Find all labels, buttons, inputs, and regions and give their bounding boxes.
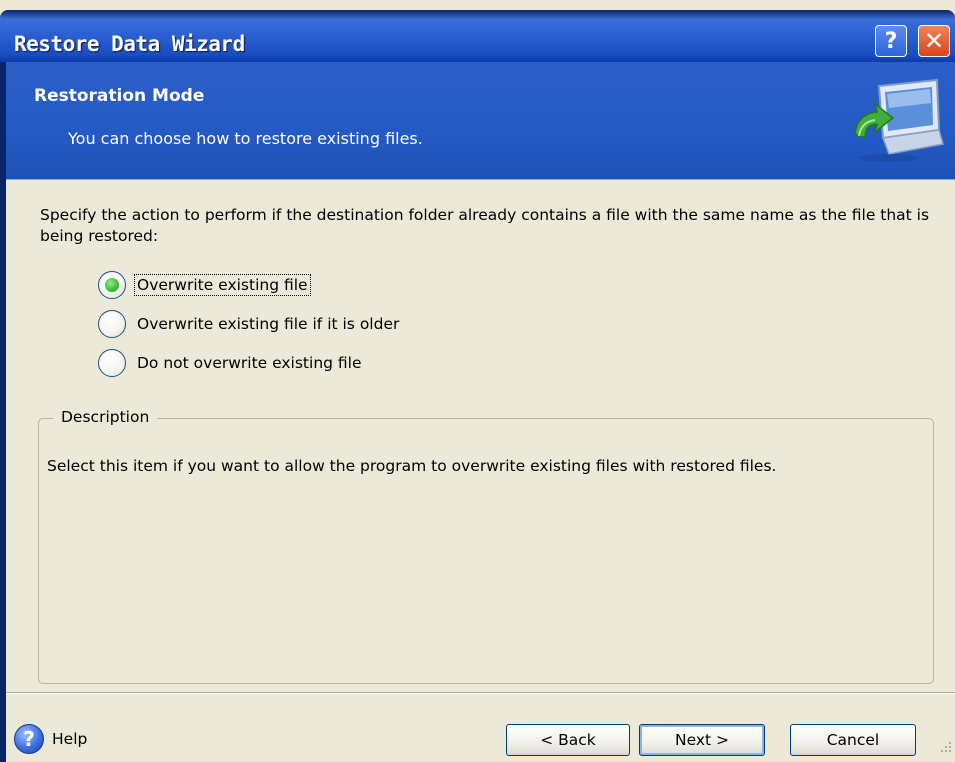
question-mark-icon: ? [884, 28, 898, 54]
radio-button[interactable] [98, 310, 126, 338]
option-label[interactable]: Overwrite existing file [134, 274, 311, 296]
next-button[interactable]: Next > [639, 724, 765, 756]
cancel-button[interactable]: Cancel [790, 724, 916, 756]
computer-restore-icon [854, 78, 944, 162]
close-button[interactable]: ✕ [918, 25, 950, 57]
resize-grip-icon[interactable] [936, 739, 954, 757]
option-overwrite[interactable]: Overwrite existing file [98, 270, 311, 300]
wizard-content: Specify the action to perform if the des… [6, 181, 955, 691]
help-icon[interactable]: ? [14, 724, 44, 754]
page-subtitle: You can choose how to restore existing f… [68, 129, 423, 148]
restore-data-wizard-window: Restore Data Wizard ? ✕ Restoration Mode… [0, 0, 955, 762]
radio-button[interactable] [98, 271, 126, 299]
option-do-not-overwrite[interactable]: Do not overwrite existing file [98, 348, 364, 378]
description-legend: Description [53, 408, 158, 426]
title-bar[interactable]: Restore Data Wizard ? ✕ [0, 10, 955, 62]
option-label[interactable]: Do not overwrite existing file [135, 353, 364, 373]
wizard-header: Restoration Mode You can choose how to r… [6, 62, 955, 180]
back-button[interactable]: < Back [506, 724, 630, 756]
title-help-button[interactable]: ? [875, 25, 907, 57]
instruction-text: Specify the action to perform if the des… [40, 206, 930, 245]
description-groupbox: Description Select this item if you want… [38, 408, 934, 684]
help-label[interactable]: Help [52, 730, 87, 748]
radio-selected-dot [105, 278, 119, 292]
close-icon: ✕ [923, 27, 945, 55]
window-title: Restore Data Wizard [14, 32, 245, 56]
page-title: Restoration Mode [34, 86, 205, 106]
option-label[interactable]: Overwrite existing file if it is older [135, 314, 401, 334]
wizard-footer: ? Help < Back Next > Cancel [6, 694, 955, 762]
help-link[interactable]: ? Help [14, 724, 87, 754]
option-overwrite-if-older[interactable]: Overwrite existing file if it is older [98, 309, 401, 339]
radio-button[interactable] [98, 349, 126, 377]
description-text: Select this item if you want to allow th… [47, 457, 777, 475]
